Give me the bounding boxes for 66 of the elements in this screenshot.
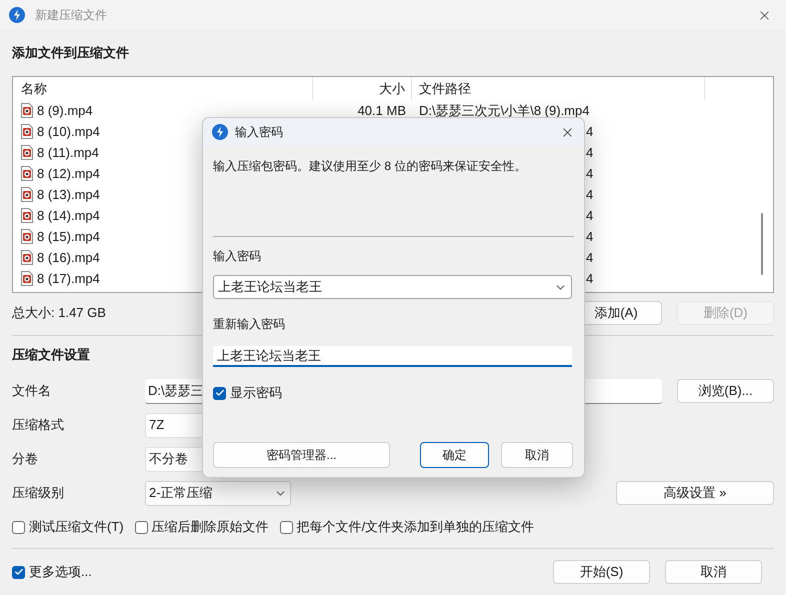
file-name[interactable]: 8 (16).mp4 [37, 248, 100, 268]
file-path: 4 [586, 248, 594, 267]
file-name[interactable]: 8 (9).mp4 [37, 100, 93, 120]
scrollbar-thumb[interactable] [761, 213, 763, 275]
video-file-icon [21, 208, 33, 223]
video-file-icon [21, 187, 33, 202]
file-path: 4 [586, 228, 594, 246]
field-label: 分卷 [12, 450, 39, 468]
window-title: 新建压缩文件 [35, 7, 107, 24]
app-logo-icon [9, 7, 25, 23]
file-name[interactable]: 8 (10).mp4 [37, 122, 100, 142]
video-file-icon [21, 145, 33, 160]
confirm-password-field[interactable]: 上老王论坛当老王 [213, 346, 572, 367]
cancel-button[interactable]: 取消 [501, 442, 573, 468]
file-name[interactable]: 8 (12).mp4 [37, 164, 100, 184]
file-path: 4 [586, 186, 594, 204]
advanced-settings-button[interactable]: 高级设置 » [616, 481, 774, 505]
checkbox[interactable] [280, 520, 293, 534]
file-path: 4 [586, 164, 594, 183]
dropdown-field[interactable]: 2-正常压缩 [145, 480, 291, 506]
file-path: 4 [586, 206, 594, 225]
column-header[interactable]: 文件路径 [412, 77, 705, 100]
checkbox[interactable] [213, 386, 226, 400]
start-button[interactable]: 开始(S) [553, 560, 650, 584]
dialog-description: 输入压缩包密码。建议使用至少 8 位的密码来保证安全性。 [213, 158, 526, 175]
password-field[interactable]: 上老王论坛当老王 [213, 275, 572, 299]
checkbox[interactable] [12, 566, 25, 578]
video-file-icon [21, 229, 33, 244]
section-title: 压缩文件设置 [12, 346, 90, 364]
checkbox-label[interactable]: 测试压缩文件(T) [29, 517, 124, 537]
file-name[interactable]: 8 (13).mp4 [37, 184, 100, 204]
file-path: 4 [586, 270, 594, 288]
password-label: 输入密码 [213, 248, 261, 265]
checkbox-label[interactable]: 压缩后删除原始文件 [152, 517, 269, 537]
dialog-title: 输入密码 [235, 124, 283, 141]
file-name[interactable]: 8 (11).mp4 [37, 142, 99, 162]
checkbox-label[interactable]: 更多选项... [29, 562, 92, 582]
file-path: 4 [586, 144, 594, 162]
file-path: D:\瑟瑟三次元\小羊\8 (9).mp4 [418, 102, 590, 120]
checkbox[interactable] [12, 520, 25, 534]
video-file-icon [21, 250, 33, 265]
checkbox-label[interactable]: 把每个文件/文件夹添加到单独的压缩文件 [296, 517, 534, 537]
field-label: 压缩格式 [12, 416, 65, 434]
column-header[interactable]: 大小 [313, 77, 412, 100]
browse-button[interactable]: 浏览(B)... [677, 379, 774, 403]
cancel-button[interactable]: 取消 [665, 560, 762, 584]
section-title: 添加文件到压缩文件 [12, 44, 129, 62]
video-file-icon [21, 271, 33, 286]
password-manager-button[interactable]: 密码管理器... [213, 442, 390, 468]
file-path: 4 [586, 122, 594, 141]
checkbox[interactable] [134, 520, 148, 534]
field-label: 压缩级别 [12, 484, 65, 502]
video-file-icon [21, 124, 33, 139]
field-label: 文件名 [12, 382, 52, 400]
app-logo-icon [212, 124, 228, 140]
confirm-password-label: 重新输入密码 [213, 316, 285, 333]
checkbox-label[interactable]: 显示密码 [230, 383, 282, 403]
video-file-icon [21, 103, 33, 118]
video-file-icon [21, 166, 33, 181]
file-size: 40.1 MB [356, 102, 407, 120]
column-header[interactable]: 名称 [13, 77, 313, 100]
ok-button[interactable]: 确定 [420, 442, 489, 468]
file-name[interactable]: 8 (15).mp4 [37, 226, 100, 246]
file-name[interactable]: 8 (14).mp4 [37, 206, 100, 226]
file-name[interactable]: 8 (17).mp4 [37, 268, 100, 288]
total-size: 总大小: 1.47 GB [12, 304, 106, 322]
